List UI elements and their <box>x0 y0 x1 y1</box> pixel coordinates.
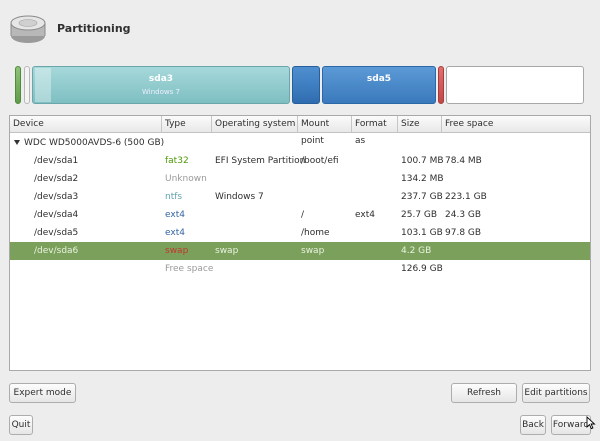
mount-cell: /boot/efi <box>301 156 339 166</box>
hard-disk-icon <box>10 15 46 43</box>
mouse-pointer-icon <box>586 416 596 430</box>
quit-button[interactable]: Quit <box>9 415 33 435</box>
os-cell: EFI System Partition <box>215 156 306 166</box>
partition-label-sda5: sda5 <box>366 74 392 84</box>
partition-table[interactable]: Device Type Operating system Mount point… <box>9 115 591 371</box>
type-cell: swap <box>165 246 189 256</box>
size-cell: 237.7 GB <box>401 192 443 202</box>
column-header-free-space[interactable]: Free space <box>442 116 592 133</box>
os-cell: Windows 7 <box>215 192 264 202</box>
mount-cell: / <box>301 210 305 220</box>
device-cell: /dev/sda5 <box>34 228 79 238</box>
type-cell: ext4 <box>165 228 185 238</box>
disk-row[interactable]: WDC WD5000AVDS-6 (500 GB) <box>10 134 590 152</box>
size-cell: 100.7 MB <box>401 156 444 166</box>
device-cell: /dev/sda1 <box>34 156 79 166</box>
size-cell: 103.1 GB <box>401 228 443 238</box>
column-header-format-as[interactable]: Format as <box>352 116 398 146</box>
refresh-button[interactable]: Refresh <box>451 383 517 403</box>
partition-segment-sda6[interactable] <box>438 66 444 104</box>
free-cell: 24.3 GB <box>445 210 482 220</box>
type-cell: Unknown <box>165 174 207 184</box>
column-header-mount-point[interactable]: Mount point <box>298 116 352 146</box>
table-row-selected[interactable]: /dev/sda6 swap swap swap 4.2 GB <box>10 242 590 260</box>
column-header-os[interactable]: Operating system <box>212 116 298 133</box>
device-cell: /dev/sda6 <box>34 246 79 256</box>
size-cell: 134.2 MB <box>401 174 444 184</box>
disk-name: WDC WD5000AVDS-6 (500 GB) <box>24 138 165 148</box>
edit-partitions-button[interactable]: Edit partitions <box>522 383 590 403</box>
partition-segment-sda4[interactable] <box>292 66 320 104</box>
partition-segment-sda1[interactable] <box>15 66 21 104</box>
partition-segment-sda2[interactable] <box>24 66 30 104</box>
mount-cell: swap <box>301 246 325 256</box>
page-title: Partitioning <box>57 22 131 35</box>
partition-label-sda3: sda3 <box>148 74 174 84</box>
table-row[interactable]: /dev/sda2 Unknown 134.2 MB <box>10 170 590 188</box>
format-cell: ext4 <box>355 210 375 220</box>
size-cell: 126.9 GB <box>401 264 443 274</box>
header: Partitioning <box>0 0 600 58</box>
size-cell: 25.7 GB <box>401 210 438 220</box>
type-cell: Free space <box>165 264 214 274</box>
size-cell: 4.2 GB <box>401 246 432 256</box>
column-header-size[interactable]: Size <box>398 116 442 133</box>
os-cell: swap <box>215 246 239 256</box>
column-header-device[interactable]: Device <box>10 116 162 133</box>
type-cell: fat32 <box>165 156 189 166</box>
device-cell: /dev/sda3 <box>34 192 79 202</box>
forward-button[interactable]: Forward <box>551 415 591 435</box>
free-cell: 78.4 MB <box>445 156 482 166</box>
table-row[interactable]: /dev/sda5 ext4 /home 103.1 GB 97.8 GB <box>10 224 590 242</box>
device-cell: /dev/sda2 <box>34 174 79 184</box>
partition-sublabel-sda3: Windows 7 <box>142 88 180 96</box>
table-row[interactable]: /dev/sda3 ntfs Windows 7 237.7 GB 223.1 … <box>10 188 590 206</box>
type-cell: ntfs <box>165 192 183 202</box>
column-header-type[interactable]: Type <box>162 116 212 133</box>
expert-mode-button[interactable]: Expert mode <box>9 383 76 403</box>
partition-segment-free-space[interactable] <box>446 66 584 104</box>
free-cell: 97.8 GB <box>445 228 482 238</box>
mount-cell: /home <box>301 228 330 238</box>
table-row[interactable]: /dev/sda1 fat32 EFI System Partition /bo… <box>10 152 590 170</box>
table-row[interactable]: /dev/sda4 ext4 / ext4 25.7 GB 24.3 GB <box>10 206 590 224</box>
table-row[interactable]: Free space 126.9 GB <box>10 260 590 278</box>
free-cell: 223.1 GB <box>445 192 487 202</box>
back-button[interactable]: Back <box>520 415 546 435</box>
partition-segment-sda3[interactable]: sda3 Windows 7 <box>32 66 290 104</box>
expander-icon[interactable] <box>14 140 20 145</box>
type-cell: ext4 <box>165 210 185 220</box>
partition-segment-sda5[interactable]: sda5 <box>322 66 436 104</box>
table-header: Device Type Operating system Mount point… <box>10 116 592 146</box>
device-cell: /dev/sda4 <box>34 210 79 220</box>
